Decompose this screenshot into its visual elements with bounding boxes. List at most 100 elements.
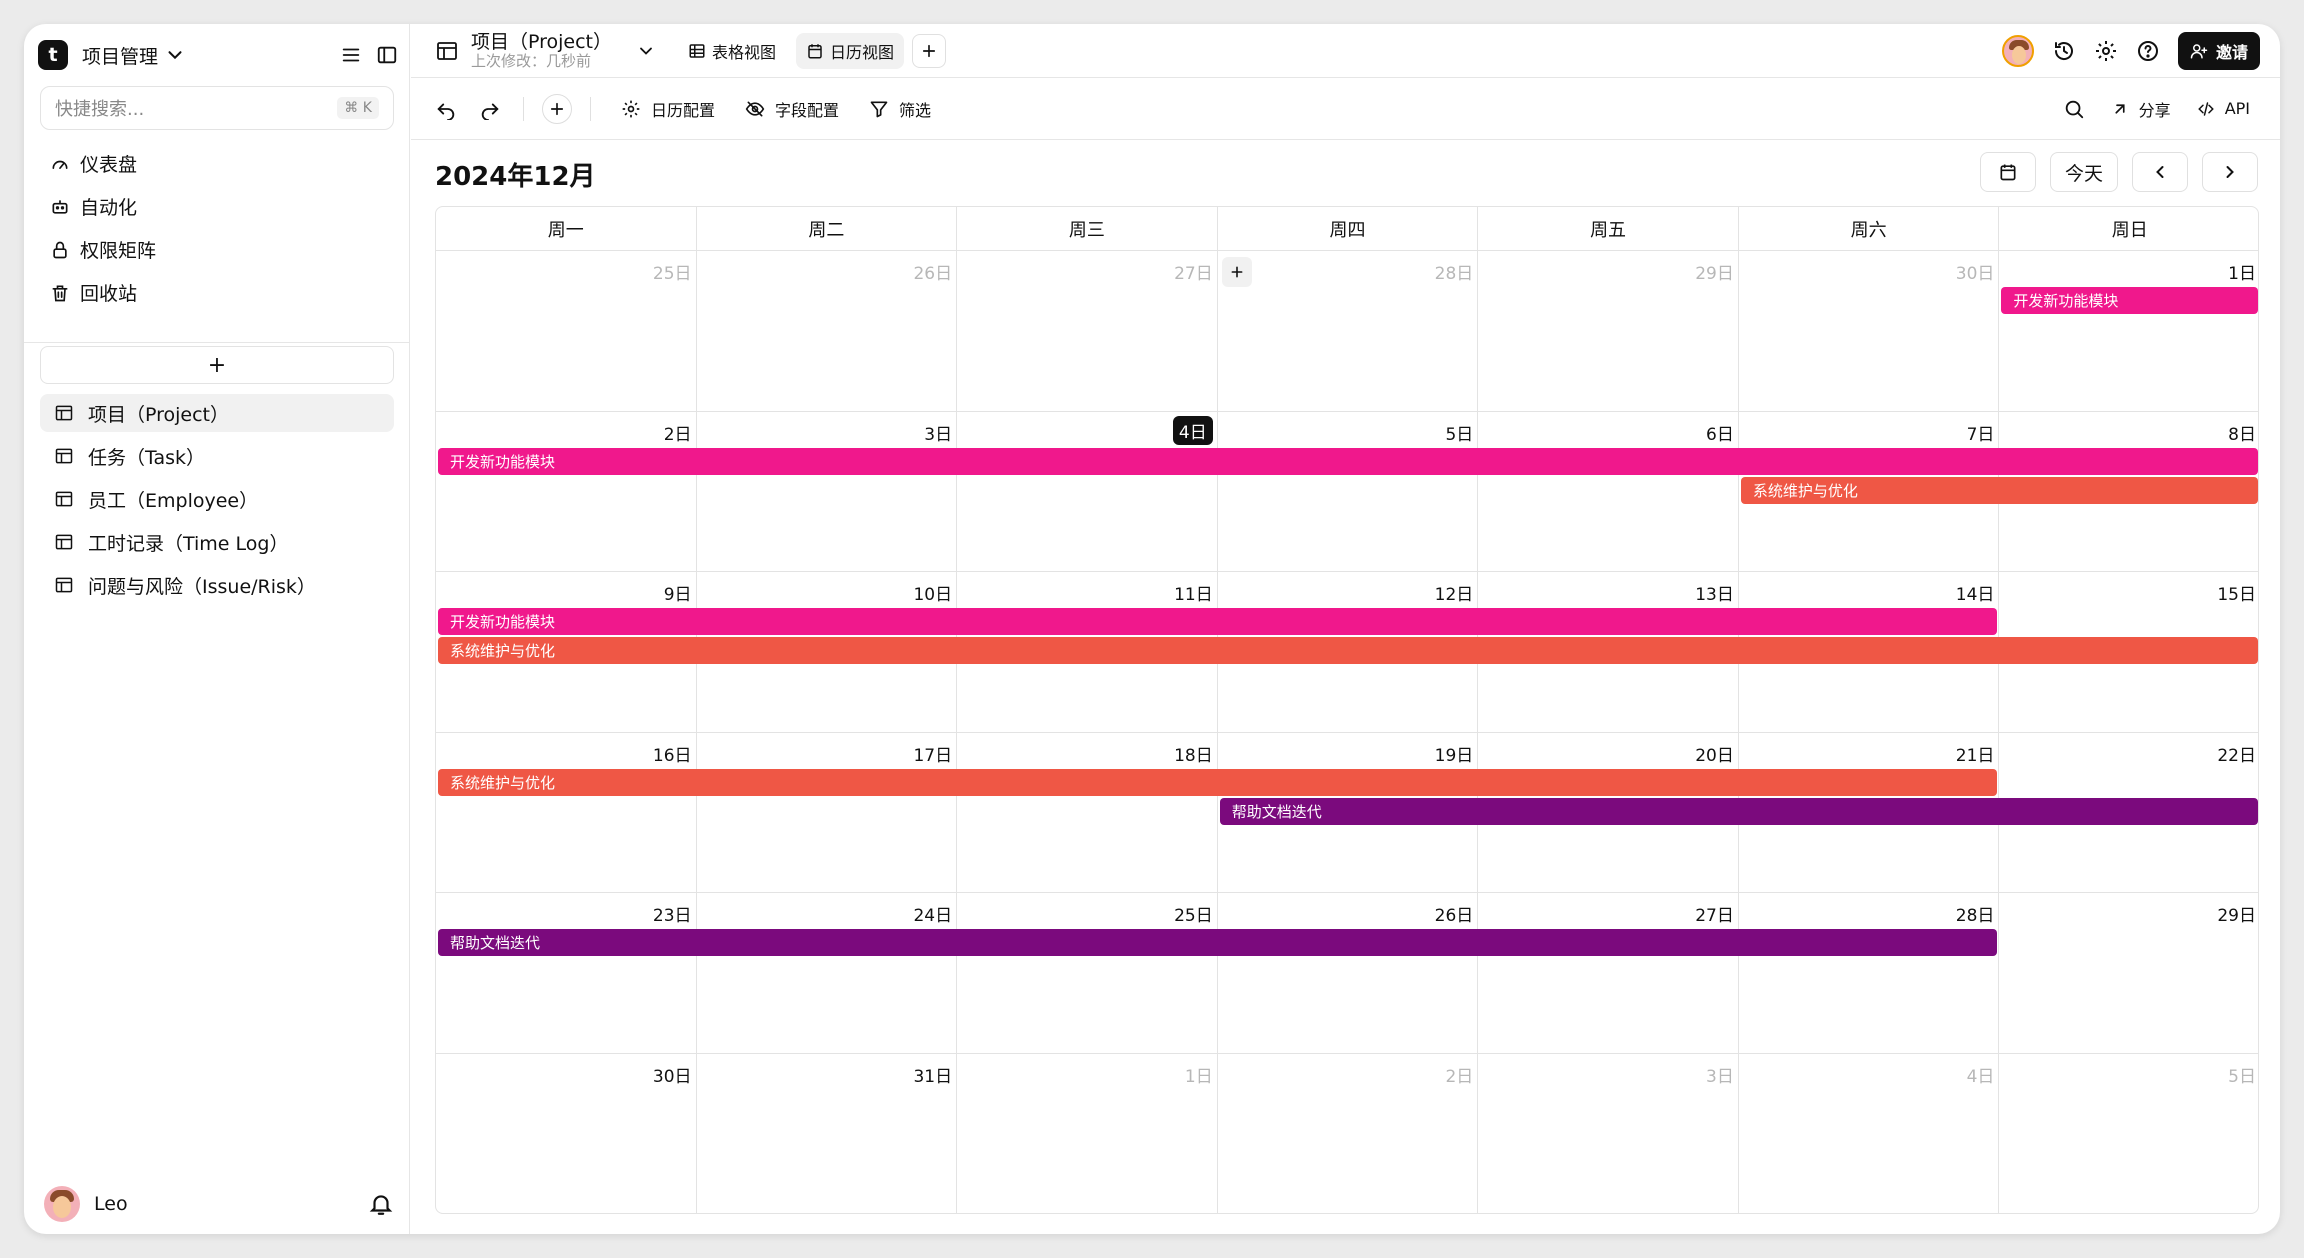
sidebar-item-permissions[interactable]: 权限矩阵 [40,228,394,271]
day-cell[interactable]: 28日 [1739,893,2000,1053]
tab-label: 表格视图 [712,42,777,62]
filter-button[interactable]: 筛选 [869,97,931,121]
redo-icon[interactable] [479,98,501,120]
event-bar[interactable]: 开发新功能模块 [438,608,1998,635]
sidebar-table-label: 任务（Task） [88,446,206,469]
day-cell[interactable]: 4日 [957,411,1218,571]
calendar-config-label: 日历配置 [651,100,716,120]
day-cell[interactable]: 5日 [1218,411,1479,571]
user-name[interactable]: Leo [94,1193,128,1215]
day-cell[interactable]: 17日 [697,732,958,892]
sidebar-table-timelog[interactable]: 工时记录（Time Log） [40,523,394,561]
day-cell[interactable]: 3日 [1478,1053,1739,1213]
day-number: 28日 [1955,906,1995,926]
history-icon[interactable] [2052,39,2076,63]
field-config-button[interactable]: 字段配置 [745,97,839,121]
day-cell[interactable]: 6日 [1478,411,1739,571]
search-icon[interactable] [2063,98,2085,120]
day-number: 22日 [2217,745,2256,766]
day-cell[interactable]: 26日 [697,251,958,411]
share-button[interactable]: 分享 [2111,97,2171,121]
day-cell[interactable]: 3日 [697,411,958,571]
day-cell[interactable]: 25日 [957,893,1218,1053]
today-button[interactable]: 今天 [2049,152,2118,192]
day-cell[interactable]: 27日 [957,251,1218,411]
day-cell[interactable]: 1日 [1999,251,2258,411]
day-number: 11日 [1174,585,1213,605]
next-month-button[interactable] [2202,152,2258,192]
workspace-name[interactable]: 项目管理 [82,42,158,69]
weekday-header: 周一 周二 周三 周四 周五 周六 周日 [436,207,2258,251]
collaborator-avatar[interactable] [2001,34,2034,67]
tab-calendar-view[interactable]: 日历视图 [796,32,905,69]
day-cell[interactable]: 26日 [1218,893,1479,1053]
sidebar-table-task[interactable]: 任务（Task） [40,437,394,475]
sidebar-table-employee[interactable]: 员工（Employee） [40,480,394,518]
day-cell[interactable]: 25日 [436,251,697,411]
day-cell[interactable]: 30日 [436,1053,697,1213]
sidebar-item-automation[interactable]: 自动化 [40,185,394,228]
filter-icon [869,99,889,119]
event-bar[interactable]: 开发新功能模块 [2001,287,2258,314]
event-bar[interactable]: 系统维护与优化 [1740,476,2258,504]
date-picker-button[interactable] [1979,152,2036,192]
day-cell[interactable]: 2日 [1218,1053,1479,1213]
search-placeholder: 快捷搜索... [55,99,145,120]
day-number: 13日 [1695,585,1734,605]
calendar-grid: 周一 周二 周三 周四 周五 周六 周日 25日 26日 27日 28日 29日 30日 1日 2日 3日 4… [435,206,2259,1214]
sidebar-toggle-icon[interactable] [376,44,398,66]
add-event-button[interactable] [1221,257,1252,287]
prev-month-button[interactable] [2132,152,2188,192]
api-button[interactable]: API [2197,99,2250,118]
day-cell[interactable]: 1日 [957,1053,1218,1213]
event-bar[interactable]: 帮助文档迭代 [1219,797,2258,825]
add-table-button[interactable]: + [40,346,394,384]
day-cell[interactable]: 27日 [1478,893,1739,1053]
day-cell[interactable]: 29日 [1478,251,1739,411]
invite-button[interactable]: 邀请 [2177,31,2260,70]
day-cell[interactable]: 2日 [436,411,697,571]
day-cell[interactable]: 31日 [697,1053,958,1213]
sidebar-item-trash[interactable]: 回收站 [40,271,394,314]
sidebar-item-dashboard[interactable]: 仪表盘 [40,142,394,185]
event-bar[interactable]: 系统维护与优化 [438,768,1998,796]
weekday-label: 周三 [957,207,1218,251]
add-record-button[interactable] [542,93,572,124]
day-number: 31日 [913,1066,953,1087]
event-bar[interactable]: 开发新功能模块 [438,447,2258,475]
avatar[interactable] [44,1186,80,1222]
bell-icon[interactable] [368,1191,394,1217]
undo-icon[interactable] [435,98,457,120]
chevron-down-icon[interactable] [636,41,656,61]
gear-icon[interactable] [2094,39,2118,63]
day-cell[interactable]: 24日 [697,893,958,1053]
tab-grid-view[interactable]: 表格视图 [678,33,786,69]
sidebar-table-label: 问题与风险（Issue/Risk） [88,575,316,598]
day-cell[interactable]: 5日 [1999,1054,2258,1214]
day-cell[interactable]: 18日 [957,732,1218,892]
add-view-button[interactable] [912,33,947,68]
day-cell[interactable]: 28日 [1218,251,1479,411]
menu-icon[interactable] [340,44,362,66]
day-cell[interactable]: 23日 [436,893,697,1053]
day-cell[interactable]: 4日 [1739,1053,2000,1213]
table-title-block[interactable]: 项目（Project） 上次修改：几秒前 [471,32,612,69]
gear-icon [621,99,641,119]
chevron-down-icon[interactable] [164,44,186,66]
table-icon [54,446,74,466]
day-cell[interactable]: 29日 [1999,893,2258,1053]
event-bar[interactable]: 系统维护与优化 [438,637,2258,664]
code-icon [2197,100,2215,118]
search-input[interactable]: 快捷搜索... ⌘ K [40,86,394,130]
calendar-config-button[interactable]: 日历配置 [621,97,715,121]
sidebar-table-project[interactable]: 项目（Project） [40,394,394,432]
sidebar-table-issue-risk[interactable]: 问题与风险（Issue/Risk） [40,566,394,604]
help-icon[interactable] [2136,39,2160,63]
day-number: 27日 [1174,264,1213,284]
event-bar[interactable]: 帮助文档迭代 [438,929,1998,956]
workspace-header: t 项目管理 [36,34,398,76]
day-number: 2日 [663,424,692,445]
plus-icon [548,100,566,118]
day-cell[interactable]: 30日 [1739,251,2000,411]
day-cell[interactable]: 16日 [436,732,697,892]
